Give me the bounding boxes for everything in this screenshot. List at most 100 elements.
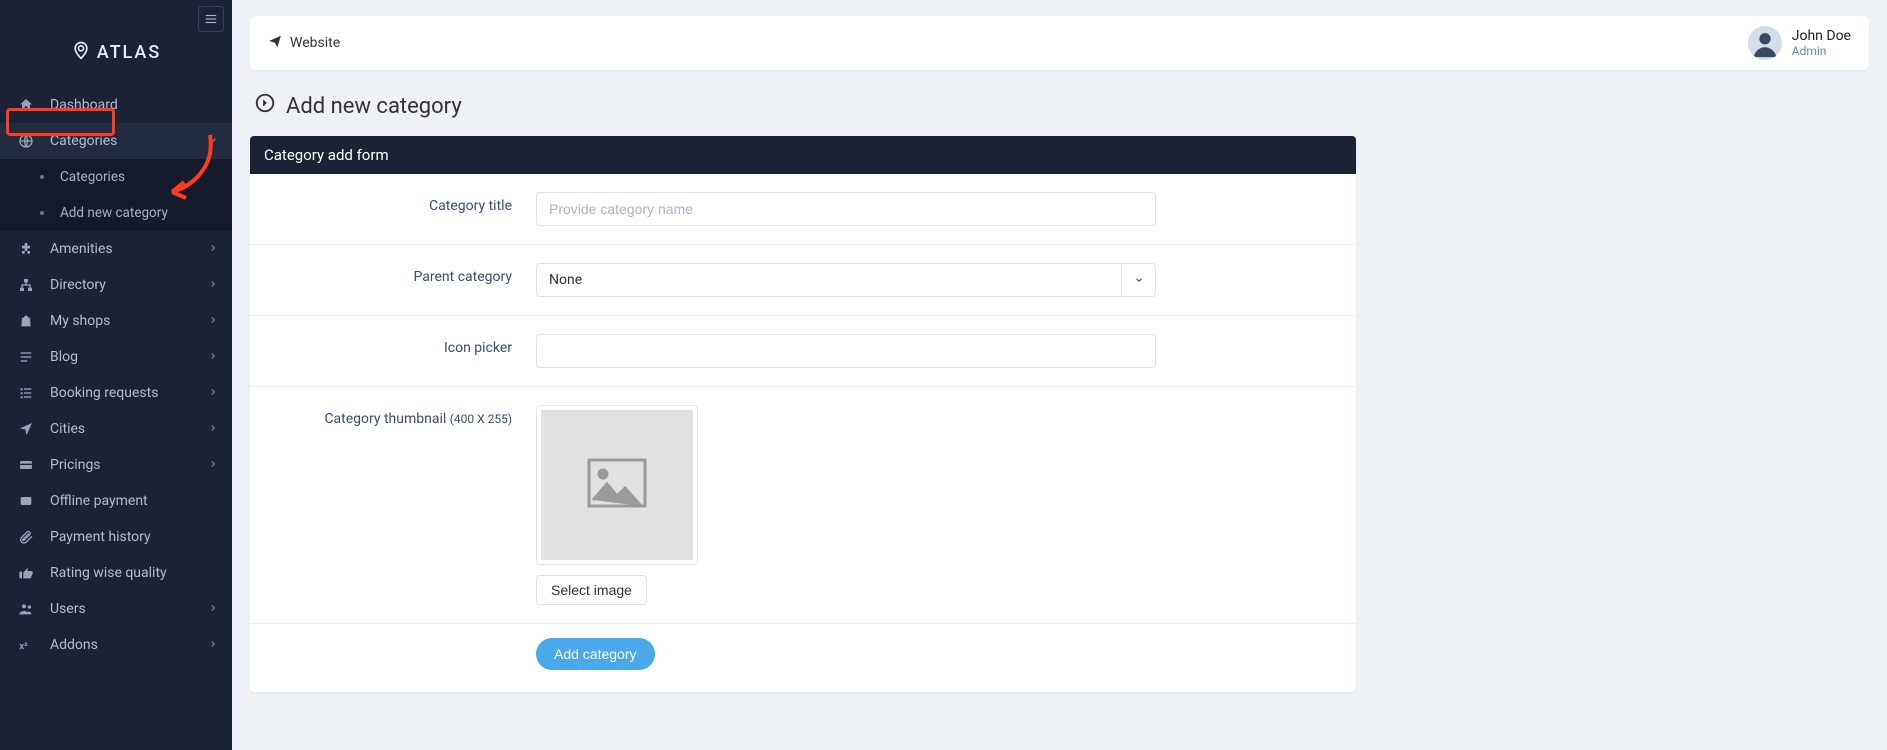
row-icon-picker: Icon picker [250,316,1356,387]
thumbs-up-icon [16,565,36,581]
page-title: Add new category [254,92,1865,120]
label-thumbnail-hint: (400 X 255) [450,412,512,426]
svg-text:x²: x² [19,641,28,652]
sidebar-item-label: Dashboard [50,97,118,113]
user-name: John Doe [1792,28,1851,44]
sidebar-item-label: Categories [50,133,117,149]
sidebar-item-rating-wise-quality[interactable]: Rating wise quality [0,555,232,591]
label-category-title: Category title [264,192,536,214]
sidebar-item-users[interactable]: Users [0,591,232,627]
chevron-right-icon [208,241,218,257]
chevron-down-icon [208,133,218,149]
main-content: Website John Doe Admin Add new category … [232,0,1887,750]
bag-icon [16,313,36,329]
image-placeholder-icon [585,456,649,514]
sidebar-sub-add-new-category[interactable]: Add new category [0,195,232,231]
chevron-right-icon [208,385,218,401]
sidebar-item-label: Amenities [50,241,113,257]
label-thumbnail-text: Category thumbnail [324,411,449,427]
sidebar-item-booking-requests[interactable]: Booking requests [0,375,232,411]
chevron-right-icon [208,277,218,293]
wallet-icon [16,493,36,509]
superscript-icon: x² [16,637,36,653]
location-arrow-icon [16,421,36,437]
pin-icon [71,40,91,65]
home-icon [16,97,36,113]
topbar-website-label: Website [290,35,340,51]
avatar [1748,26,1782,60]
sitemap-icon [16,277,36,293]
chevron-right-icon [208,313,218,329]
brand-text: ATLAS [97,42,162,63]
chevron-right-icon [208,457,218,473]
sidebar-item-cities[interactable]: Cities [0,411,232,447]
sidebar-item-label: My shops [50,313,110,329]
select-image-button[interactable]: Select image [536,575,647,605]
parent-category-select[interactable]: None [536,263,1156,297]
row-category-title: Category title [250,174,1356,245]
sidebar-item-label: Blog [50,349,78,365]
chevron-right-icon [208,349,218,365]
add-category-button[interactable]: Add category [536,638,655,670]
label-thumbnail: Category thumbnail (400 X 255) [264,405,536,427]
sidebar-item-label: Payment history [50,529,151,545]
category-title-input[interactable] [536,192,1156,226]
sidebar-toggle-button[interactable] [198,6,224,32]
parent-category-value: None [537,264,1121,296]
sidebar: ATLAS Dashboard Categories Categories Ad… [0,0,232,750]
chevron-down-icon [1121,264,1155,296]
row-thumbnail: Category thumbnail (400 X 255) Select im… [250,387,1356,624]
sidebar-item-payment-history[interactable]: Payment history [0,519,232,555]
sidebar-sub-label: Categories [60,169,125,185]
sidebar-item-addons[interactable]: x² Addons [0,627,232,663]
label-parent-category: Parent category [264,263,536,285]
sidebar-item-blog[interactable]: Blog [0,339,232,375]
thumbnail-preview [536,405,698,565]
sidebar-sub-label: Add new category [60,205,168,221]
sidebar-item-label: Users [50,601,86,617]
credit-card-icon [16,457,36,473]
sidebar-item-directory[interactable]: Directory [0,267,232,303]
bullet-icon [40,211,44,215]
icon-picker-input[interactable] [536,334,1156,368]
sidebar-item-amenities[interactable]: Amenities [0,231,232,267]
user-menu[interactable]: John Doe Admin [1748,26,1851,60]
chevron-right-icon [208,601,218,617]
paper-plane-icon [268,34,282,52]
sidebar-item-label: Cities [50,421,85,437]
row-parent-category: Parent category None [250,245,1356,316]
sidebar-item-label: Booking requests [50,385,158,401]
sidebar-item-label: Addons [50,637,98,653]
users-icon [16,601,36,617]
user-block: John Doe Admin [1792,28,1851,58]
bullet-icon [40,175,44,179]
list-icon [16,349,36,365]
sidebar-item-dashboard[interactable]: Dashboard [0,87,232,123]
label-icon-picker: Icon picker [264,334,536,356]
circle-arrow-icon [254,92,276,120]
topbar: Website John Doe Admin [250,16,1869,70]
row-submit: Add category [250,624,1356,692]
user-role: Admin [1792,44,1851,58]
sidebar-item-label: Rating wise quality [50,565,167,581]
paperclip-icon [16,529,36,545]
sidebar-item-my-shops[interactable]: My shops [0,303,232,339]
chevron-right-icon [208,421,218,437]
category-form-card: Category add form Category title Parent … [250,136,1356,692]
tasks-icon [16,385,36,401]
sidebar-sub-categories[interactable]: Categories [0,159,232,195]
card-header: Category add form [250,136,1356,174]
sidebar-item-offline-payment[interactable]: Offline payment [0,483,232,519]
sidebar-item-label: Directory [50,277,106,293]
sidebar-submenu-categories: Categories Add new category [0,159,232,231]
sidebar-item-label: Pricings [50,457,101,473]
chevron-right-icon [208,637,218,653]
topbar-website-link[interactable]: Website [268,34,340,52]
brand: ATLAS [0,32,232,87]
nav: Dashboard Categories Categories Add new … [0,87,232,663]
sidebar-item-categories[interactable]: Categories [0,123,232,159]
puzzle-icon [16,241,36,257]
sidebar-item-label: Offline payment [50,493,148,509]
sidebar-item-pricings[interactable]: Pricings [0,447,232,483]
page-title-text: Add new category [286,94,462,119]
